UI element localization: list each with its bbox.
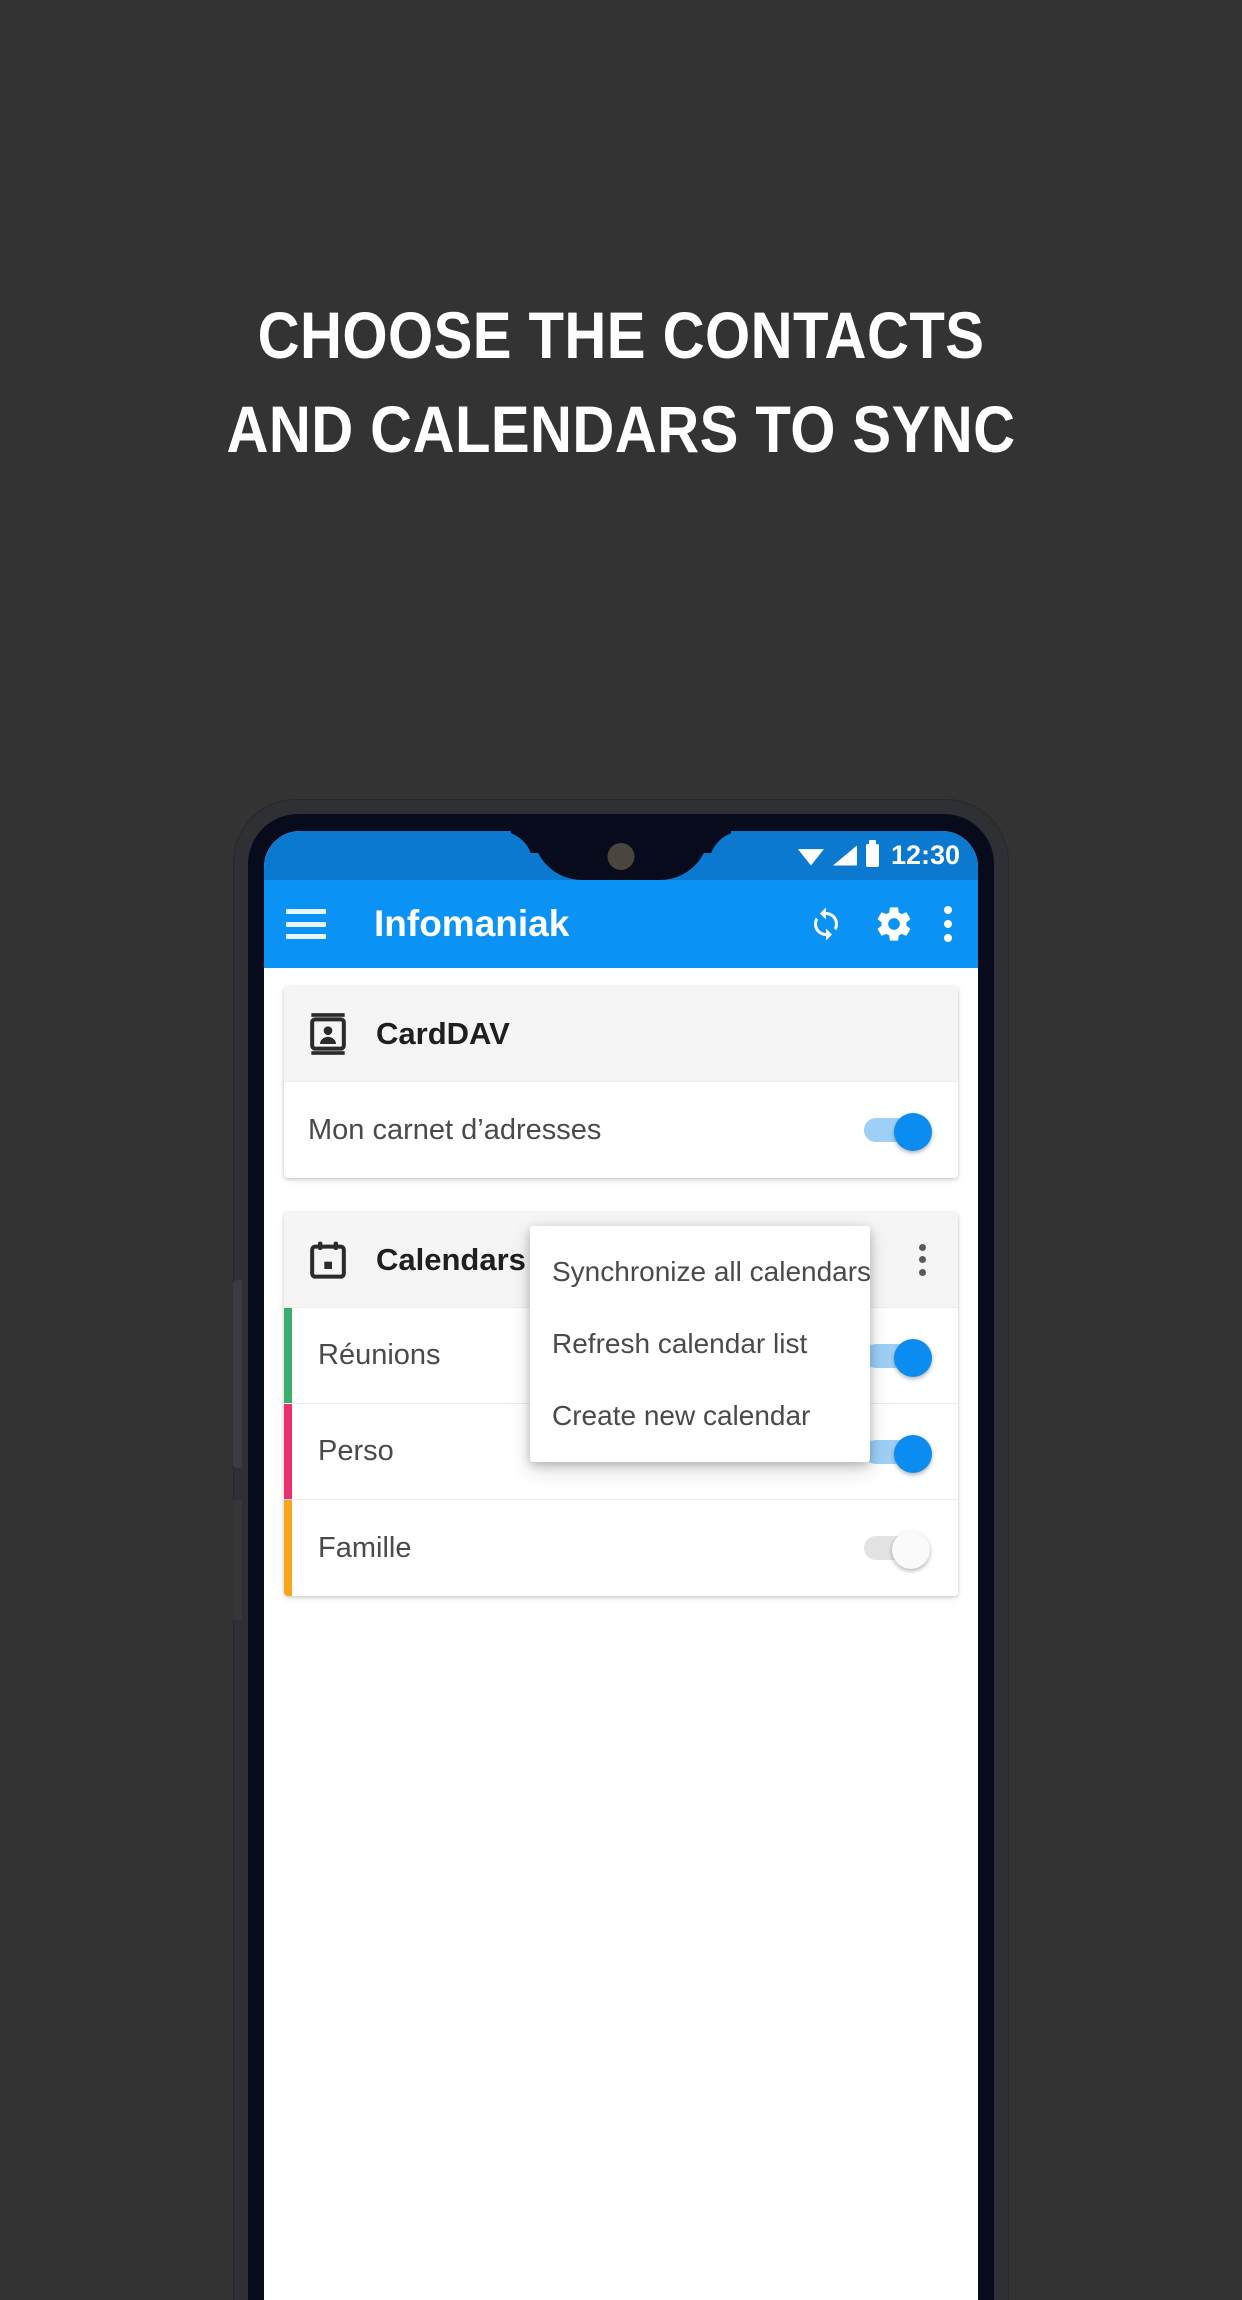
wifi-icon xyxy=(798,846,824,866)
calendar-row-toggle[interactable] xyxy=(864,1437,934,1467)
calendars-overflow-menu: Synchronize all calendars Refresh calend… xyxy=(530,1226,870,1462)
headline-line-1: CHOOSE THE CONTACTS xyxy=(75,288,1168,382)
status-bar-indicators: 12:30 xyxy=(798,831,960,880)
carddav-row-label: Mon carnet d’adresses xyxy=(308,1114,864,1147)
carddav-card: CardDAV Mon carnet d’adresses xyxy=(284,986,958,1178)
calendar-row-label: Famille xyxy=(318,1532,864,1565)
sync-refresh-icon[interactable] xyxy=(808,906,844,942)
phone-screen: 12:30 Infomaniak xyxy=(264,831,978,2300)
headline-line-2: AND CALENDARS TO SYNC xyxy=(75,382,1168,476)
menu-item-synchronize-all-calendars[interactable]: Synchronize all calendars xyxy=(530,1236,870,1308)
status-bar: 12:30 xyxy=(264,831,978,880)
menu-item-refresh-calendar-list[interactable]: Refresh calendar list xyxy=(530,1308,870,1380)
calendar-color-bar xyxy=(284,1404,292,1499)
signal-icon xyxy=(833,846,857,866)
contact-card-icon xyxy=(308,1012,348,1056)
status-bar-clock: 12:30 xyxy=(891,840,960,871)
carddav-row-address-book[interactable]: Mon carnet d’adresses xyxy=(284,1082,958,1178)
content-area: CardDAV Mon carnet d’adresses xyxy=(264,968,978,2300)
calendar-row-famille[interactable]: Famille xyxy=(284,1500,958,1596)
front-camera-icon xyxy=(608,843,635,870)
calendars-overflow-icon[interactable] xyxy=(919,1244,926,1276)
app-bar-overflow-icon[interactable] xyxy=(944,906,952,942)
carddav-card-header: CardDAV xyxy=(284,986,958,1082)
calendar-color-bar xyxy=(284,1308,292,1403)
calendar-color-bar xyxy=(284,1500,292,1596)
carddav-card-title: CardDAV xyxy=(376,1016,934,1052)
toggle-thumb xyxy=(894,1435,932,1473)
battery-icon xyxy=(866,844,879,867)
phone-side-button-power xyxy=(233,1500,242,1620)
promo-background: CHOOSE THE CONTACTS AND CALENDARS TO SYN… xyxy=(0,0,1242,2208)
menu-item-create-new-calendar[interactable]: Create new calendar xyxy=(530,1380,870,1452)
phone-bezel: 12:30 Infomaniak xyxy=(248,814,994,2300)
calendar-row-toggle[interactable] xyxy=(864,1341,934,1371)
hamburger-menu-icon[interactable] xyxy=(286,909,326,939)
promo-headline: CHOOSE THE CONTACTS AND CALENDARS TO SYN… xyxy=(75,288,1168,476)
calendar-row-toggle[interactable] xyxy=(864,1533,934,1563)
app-bar-title: Infomaniak xyxy=(374,903,808,945)
phone-device-frame: 12:30 Infomaniak xyxy=(234,800,1008,2300)
gear-icon[interactable] xyxy=(874,904,914,944)
display-notch xyxy=(533,831,709,880)
carddav-row-toggle[interactable] xyxy=(864,1115,934,1145)
app-bar-actions xyxy=(808,904,952,944)
toggle-thumb xyxy=(894,1113,932,1151)
phone-side-button-volume xyxy=(233,1280,242,1468)
toggle-thumb xyxy=(894,1339,932,1377)
app-bar: Infomaniak xyxy=(264,880,978,968)
calendar-icon xyxy=(308,1239,348,1281)
toggle-thumb xyxy=(892,1531,930,1569)
